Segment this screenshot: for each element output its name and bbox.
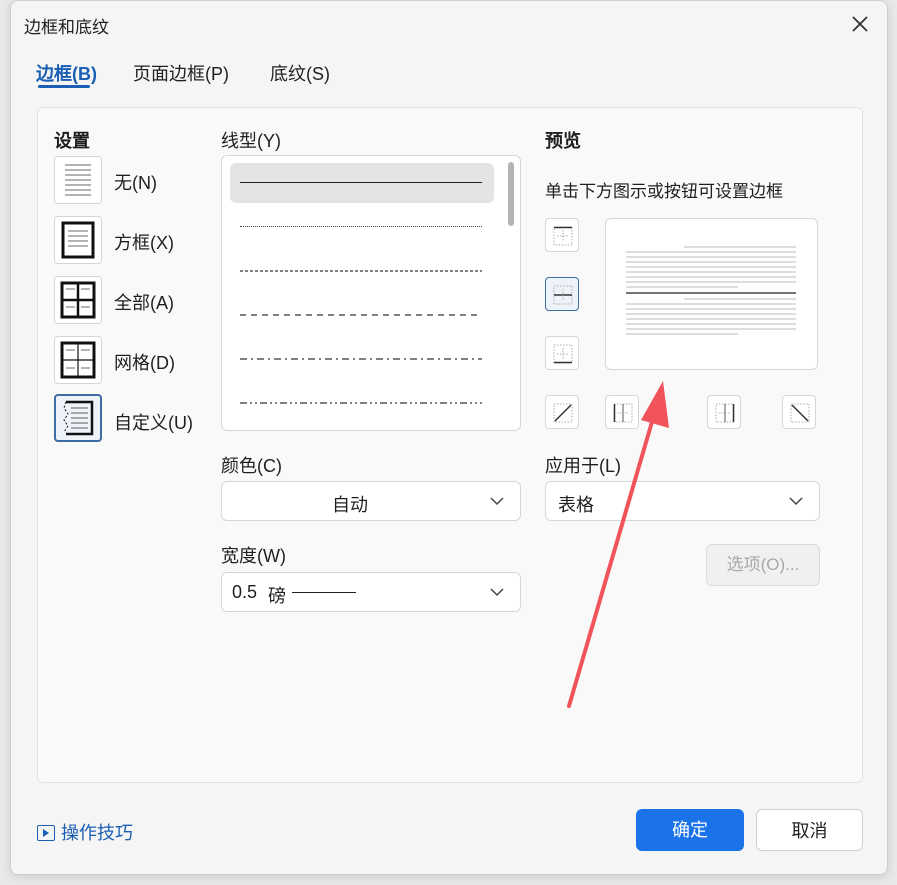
line-style-dash-dot[interactable] — [230, 339, 494, 379]
line-style-list[interactable] — [221, 155, 521, 431]
diagonal-up-border-icon[interactable] — [545, 395, 579, 429]
tab-borders[interactable]: 边框(B) — [36, 60, 97, 86]
tips-link[interactable]: 操作技巧 — [37, 819, 133, 845]
width-value: 0.5 — [232, 582, 258, 602]
line-style-scrollbar[interactable] — [508, 162, 514, 226]
active-tab-indicator — [38, 85, 90, 88]
setting-none-label[interactable]: 无(N) — [114, 169, 157, 195]
options-button[interactable]: 选项(O)... — [706, 544, 820, 586]
apply-to-select[interactable]: 表格 — [545, 481, 820, 521]
bottom-border-icon[interactable] — [545, 336, 579, 370]
color-select-value: 自动 — [332, 495, 368, 515]
setting-heading: 设置 — [54, 131, 90, 151]
line-style-label: 线型(Y) — [221, 131, 281, 151]
width-line-sample — [292, 592, 356, 593]
tab-page-borders[interactable]: 页面边框(P) — [133, 60, 229, 86]
box-border-icon[interactable] — [54, 216, 102, 264]
chevron-down-icon — [490, 588, 504, 597]
right-border-icon[interactable] — [707, 395, 741, 429]
preview-hint: 单击下方图示或按钮可设置边框 — [545, 182, 783, 201]
grid-border-icon[interactable] — [54, 336, 102, 384]
width-label: 宽度(W) — [221, 546, 286, 566]
apply-to-label: 应用于(L) — [545, 456, 621, 476]
setting-all-label[interactable]: 全部(A) — [114, 289, 174, 315]
border-preview[interactable] — [605, 218, 818, 370]
color-select[interactable]: 自动 — [221, 481, 521, 521]
width-select[interactable]: 0.5 磅 — [221, 572, 521, 612]
cancel-button[interactable]: 取消 — [756, 809, 863, 851]
all-border-icon[interactable] — [54, 276, 102, 324]
line-style-solid[interactable] — [230, 163, 494, 203]
dialog-title: 边框和底纹 — [24, 18, 109, 37]
setting-custom-label[interactable]: 自定义(U) — [114, 409, 193, 435]
borders-and-shading-dialog: 边框和底纹 边框(B) 页面边框(P) 底纹(S) 设置 无(N) 方框(X) — [10, 0, 888, 875]
tab-shading[interactable]: 底纹(S) — [270, 60, 330, 86]
setting-grid-label[interactable]: 网格(D) — [114, 349, 175, 375]
none-border-icon[interactable] — [54, 156, 102, 204]
custom-border-icon[interactable] — [54, 394, 102, 442]
setting-box-label[interactable]: 方框(X) — [114, 229, 174, 255]
top-border-icon[interactable] — [545, 218, 579, 252]
line-style-fine-dashed[interactable] — [230, 251, 494, 291]
chevron-down-icon — [789, 497, 803, 506]
inside-horizontal-border-icon[interactable] — [545, 277, 579, 311]
line-style-dotted[interactable] — [230, 207, 494, 247]
ok-button[interactable]: 确定 — [636, 809, 744, 851]
preview-heading: 预览 — [545, 131, 581, 151]
width-unit: 磅 — [268, 586, 286, 606]
color-label: 颜色(C) — [221, 456, 282, 476]
diagonal-down-border-icon[interactable] — [782, 395, 816, 429]
tips-label: 操作技巧 — [61, 823, 133, 843]
close-icon[interactable] — [847, 11, 873, 37]
chevron-down-icon — [490, 497, 504, 506]
line-style-dashed[interactable] — [230, 295, 494, 335]
line-style-dash-dot-dot[interactable] — [230, 383, 494, 423]
play-icon — [37, 825, 55, 841]
left-border-icon[interactable] — [605, 395, 639, 429]
apply-to-value: 表格 — [558, 495, 594, 515]
